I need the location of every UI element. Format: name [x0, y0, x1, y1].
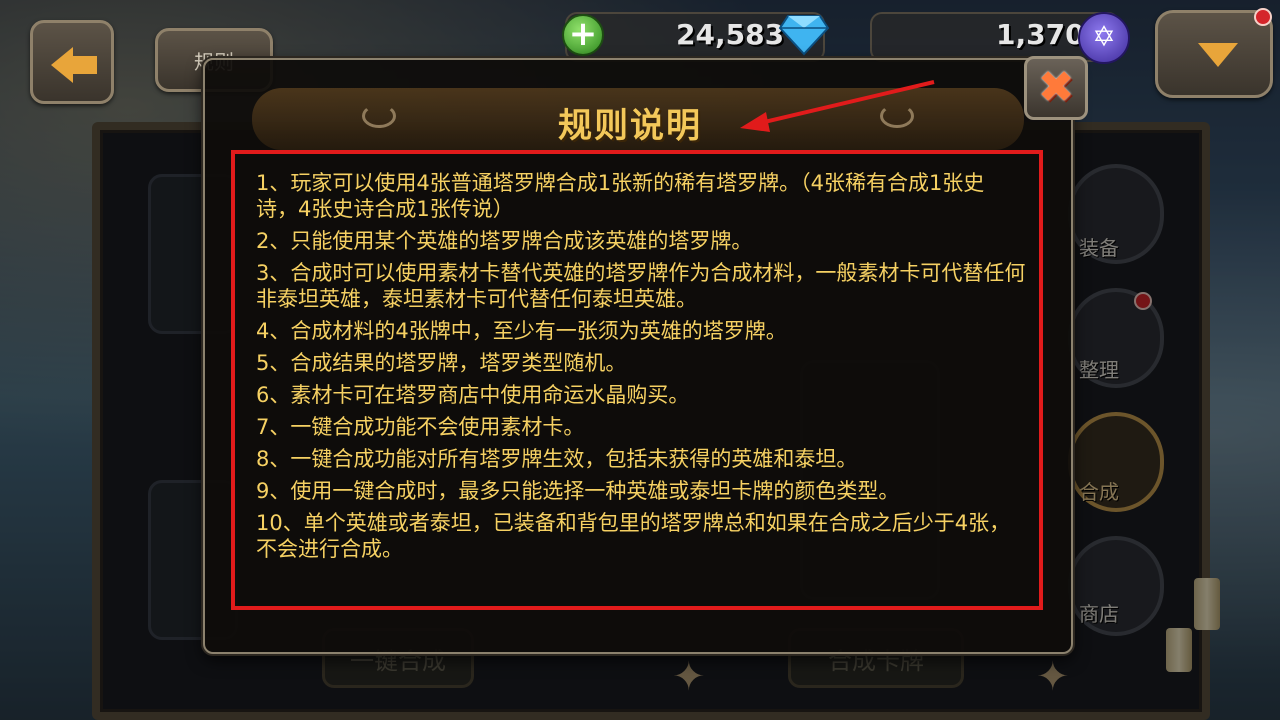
annotation-arrow	[740, 80, 935, 132]
